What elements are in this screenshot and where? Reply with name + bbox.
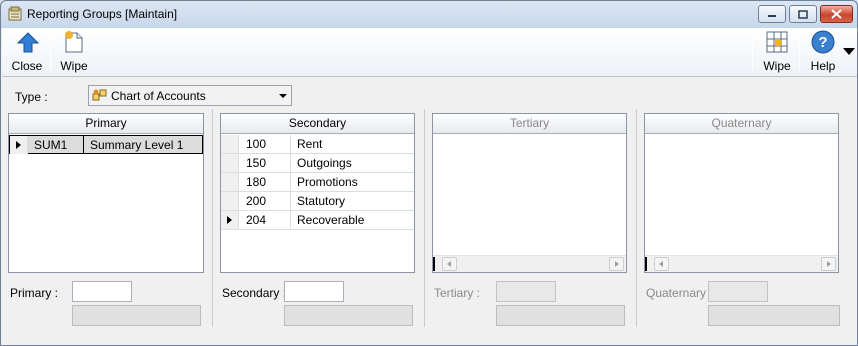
help-button[interactable]: ? Help — [805, 28, 841, 76]
secondary-grid[interactable]: Secondary 100 Rent 150 Outgoings 180 Pro… — [220, 113, 415, 273]
secondary-row-name: Statutory — [297, 194, 346, 208]
quaternary-grid-header: Quaternary — [645, 114, 838, 134]
type-dropdown-value: Chart of Accounts — [111, 89, 206, 103]
table-row[interactable]: 200 Statutory — [221, 192, 414, 211]
secondary-row-name: Promotions — [297, 175, 358, 189]
primary-description-field — [72, 305, 201, 326]
wipe-grid-button[interactable]: Wipe — [758, 28, 796, 76]
secondary-row-code: 204 — [246, 213, 267, 227]
wipe-page-icon — [65, 31, 83, 53]
panel-divider — [212, 109, 213, 327]
row-selector[interactable] — [221, 211, 239, 229]
toolbar: Close Wipe Wipe ? Help — [2, 28, 857, 77]
svg-text:?: ? — [818, 34, 827, 51]
minimize-button[interactable] — [758, 5, 786, 23]
primary-field-label: Primary : — [10, 286, 58, 300]
up-arrow-icon — [16, 32, 40, 53]
chart-of-accounts-icon — [92, 88, 108, 106]
secondary-row-name: Rent — [297, 137, 323, 151]
scroll-right-icon — [827, 261, 831, 267]
secondary-row-code: 150 — [246, 156, 267, 170]
dropdown-arrow-icon — [279, 94, 287, 98]
help-button-label: Help — [810, 59, 836, 73]
row-selector[interactable] — [221, 135, 239, 153]
row-selector[interactable] — [10, 136, 28, 154]
secondary-row-code: 200 — [246, 194, 267, 208]
secondary-row-name: Outgoings — [297, 156, 352, 170]
tertiary-code-input[interactable] — [496, 281, 556, 302]
scroll-right-icon — [615, 261, 619, 267]
tertiary-grid[interactable]: Tertiary — [432, 113, 627, 273]
row-pointer-icon — [16, 141, 21, 149]
toolbar-separator — [799, 36, 800, 70]
scroll-left-button[interactable] — [442, 257, 457, 271]
wipe-button-label: Wipe — [60, 59, 88, 73]
primary-row-code: SUM1 — [34, 138, 68, 152]
table-row[interactable]: 180 Promotions — [221, 173, 414, 192]
secondary-field-label: Secondary : — [222, 286, 287, 300]
secondary-grid-header: Secondary — [221, 114, 414, 134]
close-x-icon — [831, 9, 842, 19]
toolbar-separator — [752, 36, 753, 70]
maximize-icon — [798, 9, 808, 19]
quaternary-field-label: Quaternary : — [646, 286, 713, 300]
window-title: Reporting Groups [Maintain] — [27, 7, 178, 21]
primary-grid[interactable]: Primary SUM1 Summary Level 1 — [8, 113, 204, 273]
secondary-description-field — [284, 305, 413, 326]
primary-grid-header: Primary — [9, 114, 203, 134]
scroll-right-button[interactable] — [609, 257, 624, 271]
secondary-row-code: 180 — [246, 175, 267, 189]
table-row[interactable]: 150 Outgoings — [221, 154, 414, 173]
primary-code-input[interactable] — [72, 281, 132, 302]
row-pointer-icon — [227, 216, 232, 224]
secondary-code-input[interactable] — [284, 281, 344, 302]
scroll-right-button[interactable] — [821, 257, 836, 271]
table-row[interactable]: SUM1 Summary Level 1 — [9, 135, 203, 154]
maximize-button[interactable] — [789, 5, 817, 23]
help-icon: ? — [811, 30, 835, 54]
close-button[interactable]: Close — [9, 28, 45, 76]
table-row[interactable]: 100 Rent — [221, 135, 414, 154]
window-close-button[interactable] — [820, 5, 853, 23]
horizontal-scrollbar[interactable] — [433, 255, 626, 272]
row-selector[interactable] — [221, 173, 239, 191]
toolbar-overflow-chevron-icon[interactable] — [843, 48, 855, 55]
quaternary-description-field — [708, 305, 840, 326]
row-selector[interactable] — [221, 154, 239, 172]
wipe-grid-button-label: Wipe — [763, 59, 791, 73]
scroll-left-button[interactable] — [654, 257, 669, 271]
table-row[interactable]: 204 Recoverable — [221, 211, 414, 230]
type-label: Type : — [15, 90, 48, 104]
primary-row-name: Summary Level 1 — [90, 138, 184, 152]
tertiary-grid-header: Tertiary — [433, 114, 626, 134]
toolbar-separator — [50, 36, 51, 70]
scroll-left-icon — [659, 261, 663, 267]
type-dropdown[interactable]: Chart of Accounts — [88, 85, 292, 106]
close-button-label: Close — [11, 59, 43, 73]
panel-divider — [636, 109, 637, 327]
quaternary-grid[interactable]: Quaternary — [644, 113, 839, 273]
title-bar: Reporting Groups [Maintain] — [1, 1, 857, 27]
minimize-icon — [768, 15, 776, 17]
row-selector[interactable] — [221, 192, 239, 210]
tertiary-field-label: Tertiary : — [434, 286, 481, 300]
panel-divider — [424, 109, 425, 327]
secondary-row-code: 100 — [246, 137, 267, 151]
tertiary-description-field — [496, 305, 625, 326]
secondary-row-name: Recoverable — [297, 213, 365, 227]
wipe-button[interactable]: Wipe — [56, 28, 92, 76]
reporting-groups-window: Reporting Groups [Maintain] Close Wipe W… — [0, 0, 858, 346]
grid-layout-icon — [766, 31, 788, 53]
app-icon — [7, 6, 23, 22]
horizontal-scrollbar[interactable] — [645, 255, 838, 272]
scroll-left-icon — [447, 261, 451, 267]
quaternary-code-input[interactable] — [708, 281, 768, 302]
